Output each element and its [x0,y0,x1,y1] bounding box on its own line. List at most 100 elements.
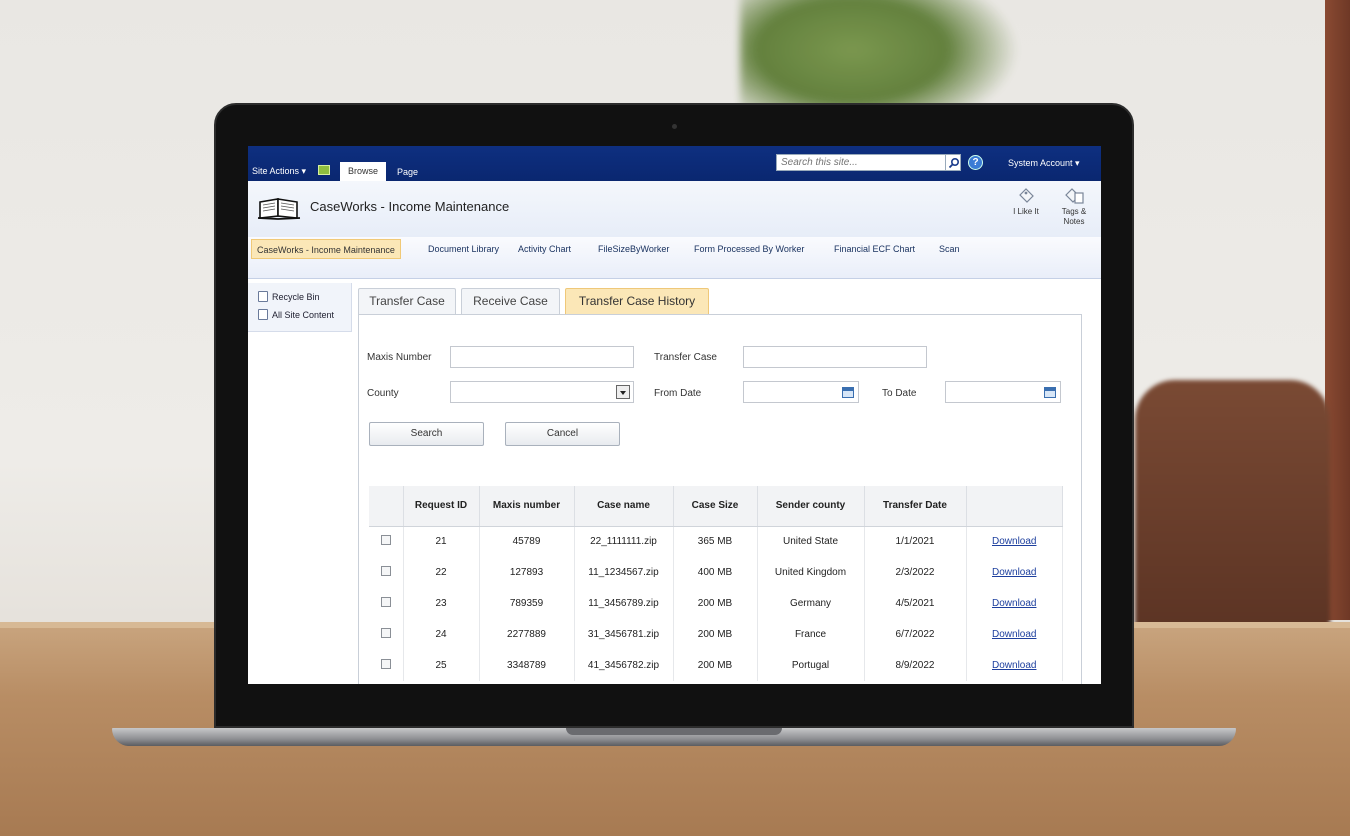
case-size-cell: 200 MB [673,588,758,619]
nav-item-document-library[interactable]: Document Library [428,239,499,259]
site-header: CaseWorks - Income Maintenance I Like It… [248,181,1101,237]
cancel-button[interactable]: Cancel [505,422,620,446]
sender-county-cell: France [757,619,865,650]
chevron-down-icon[interactable] [616,385,630,399]
nav-item-filesize-by-worker[interactable]: FileSizeByWorker [598,239,669,259]
sender-county-cell: Portugal [757,650,865,681]
transfer-case-label: Transfer Case [654,352,717,363]
column-header-action [966,486,1063,527]
nav-item-financial-ecf-chart[interactable]: Financial ECF Chart [834,239,915,259]
county-label: County [367,388,399,399]
recycle-bin-link[interactable]: Recycle Bin [258,291,320,302]
tags-label: Tags & [1061,207,1087,216]
tab-transfer-case-history[interactable]: Transfer Case History [565,288,709,314]
download-link[interactable]: Download [992,598,1036,609]
request-id-cell: 22 [403,557,480,588]
nav-item-form-processed[interactable]: Form Processed By Worker [694,239,804,259]
maxis-number-cell: 3348789 [479,650,575,681]
select-column-header [369,486,404,527]
column-header-case-size[interactable]: Case Size [673,486,758,527]
search-input[interactable] [776,154,946,171]
thumbs-up-tag-icon [1019,188,1034,203]
tab-receive-case[interactable]: Receive Case [461,288,560,314]
background-plant [740,0,1020,110]
row-checkbox-cell [369,557,404,588]
search-form-button[interactable]: Search [369,422,484,446]
from-date-label: From Date [654,388,702,399]
table-row: 21 45789 22_1111111.zip 365 MB United St… [369,526,1063,557]
download-link[interactable]: Download [992,629,1036,640]
transfer-date-cell: 2/3/2022 [864,557,967,588]
download-cell: Download [966,588,1063,619]
sender-county-cell: Germany [757,588,865,619]
case-name-cell: 11_3456789.zip [574,588,674,619]
webcam [672,124,677,129]
row-checkbox[interactable] [380,659,391,669]
tab-page[interactable]: Page [397,167,418,177]
calendar-icon[interactable] [842,387,854,398]
column-header-request-id[interactable]: Request ID [403,486,480,527]
i-like-it-button[interactable]: I Like It [1008,187,1044,216]
row-checkbox[interactable] [380,566,391,576]
background-chair [1135,380,1330,630]
case-size-cell: 200 MB [673,650,758,681]
from-date-field[interactable] [743,381,859,403]
laptop-notch [566,728,782,735]
download-link[interactable]: Download [992,660,1036,671]
tab-browse[interactable]: Browse [340,162,386,181]
quick-launch: Recycle Bin All Site Content [248,283,352,332]
case-size-cell: 400 MB [673,557,758,588]
table-row: 24 2277889 31_3456781.zip 200 MB France … [369,619,1063,650]
table-row: 22 127893 11_1234567.zip 400 MB United K… [369,557,1063,588]
nav-item-activity-chart[interactable]: Activity Chart [518,239,571,259]
download-cell: Download [966,619,1063,650]
site-content-icon [258,309,268,320]
maxis-number-cell: 2277889 [479,619,575,650]
maxis-number-cell: 45789 [479,526,575,557]
download-cell: Download [966,557,1063,588]
column-header-maxis-number[interactable]: Maxis number [479,486,575,527]
maxis-number-cell: 789359 [479,588,575,619]
case-size-cell: 365 MB [673,526,758,557]
all-site-content-label: All Site Content [272,310,335,320]
sender-county-cell: United State [757,526,865,557]
county-select[interactable] [450,381,634,403]
calendar-icon[interactable] [1044,387,1056,398]
account-menu[interactable]: System Account ▾ [1008,158,1080,169]
nav-item-scan[interactable]: Scan [939,239,960,259]
all-site-content-link[interactable]: All Site Content [258,309,334,320]
transfer-date-cell: 8/9/2022 [864,650,967,681]
download-link[interactable]: Download [992,567,1036,578]
recycle-bin-label: Recycle Bin [272,292,320,302]
case-name-cell: 31_3456781.zip [574,619,674,650]
case-name-cell: 22_1111111.zip [574,526,674,557]
transfer-case-field[interactable] [743,346,927,368]
ribbon-bar: Site Actions ▾ Browse Page ? System Acco… [248,146,1101,181]
row-checkbox[interactable] [380,597,391,607]
row-checkbox[interactable] [380,628,391,638]
to-date-field[interactable] [945,381,1061,403]
maxis-number-cell: 127893 [479,557,575,588]
edit-page-icon[interactable] [318,165,330,175]
download-link[interactable]: Download [992,536,1036,547]
site-actions-menu[interactable]: Site Actions ▾ [252,166,306,177]
site-title: CaseWorks - Income Maintenance [310,199,510,214]
tags-notes-icon [1065,188,1084,204]
help-icon[interactable]: ? [968,155,983,170]
column-header-transfer-date[interactable]: Transfer Date [864,486,967,527]
case-size-cell: 200 MB [673,619,758,650]
tab-transfer-case[interactable]: Transfer Case [358,288,456,314]
row-checkbox-cell [369,526,404,557]
top-navigation: CaseWorks - Income Maintenance Document … [248,237,1101,279]
transfer-date-cell: 6/7/2022 [864,619,967,650]
nav-item-caseworks[interactable]: CaseWorks - Income Maintenance [251,239,401,259]
row-checkbox[interactable] [380,535,391,546]
search-button[interactable] [945,154,961,171]
maxis-number-label: Maxis Number [367,352,432,363]
case-name-cell: 11_1234567.zip [574,557,674,588]
tags-notes-button[interactable]: Tags & Notes [1054,187,1094,227]
column-header-sender-county[interactable]: Sender county [757,486,865,527]
request-id-cell: 24 [403,619,480,650]
column-header-case-name[interactable]: Case name [574,486,674,527]
maxis-number-field[interactable] [450,346,634,368]
